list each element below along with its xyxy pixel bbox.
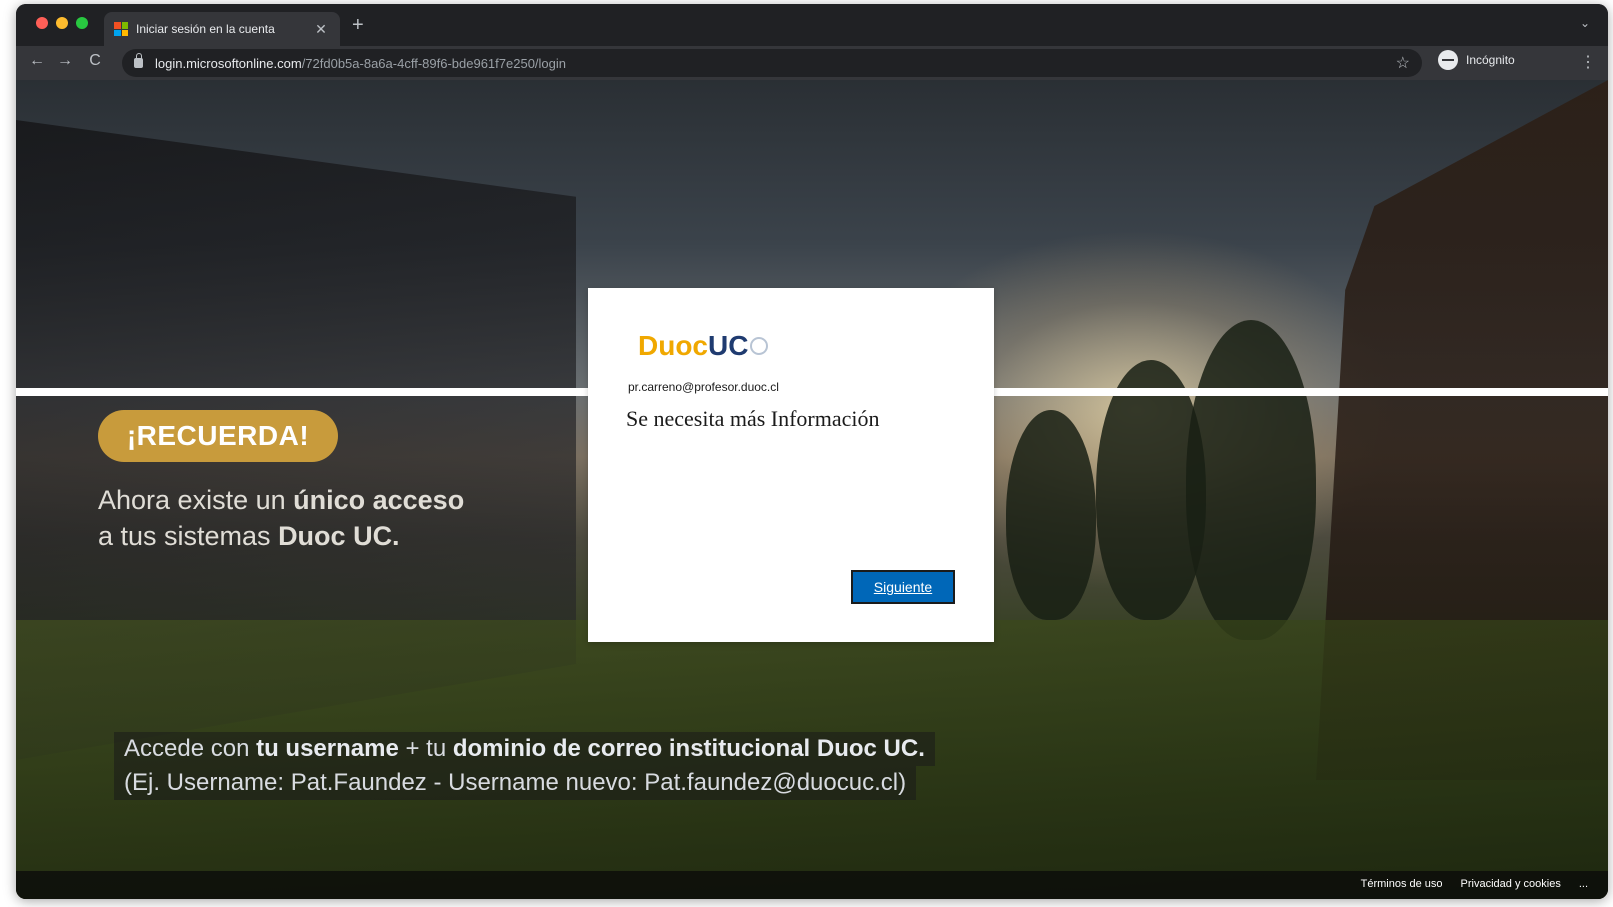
tab-active[interactable]: Iniciar sesión en la cuenta ✕ bbox=[104, 12, 340, 46]
terms-link[interactable]: Términos de uso bbox=[1361, 878, 1443, 890]
more-options-link[interactable]: ... bbox=[1579, 878, 1588, 890]
tab-strip: Iniciar sesión en la cuenta ✕ + ⌄ bbox=[16, 4, 1608, 46]
page-footer: Términos de uso Privacidad y cookies ... bbox=[16, 871, 1608, 899]
login-instructions: Accede con tu username + tu dominio de c… bbox=[114, 732, 935, 800]
lock-icon[interactable] bbox=[134, 53, 143, 68]
maximize-window-button[interactable] bbox=[76, 17, 88, 29]
background-tree bbox=[1186, 320, 1316, 640]
url-text[interactable]: login.microsoftonline.com/72fd0b5a-8a6a-… bbox=[155, 56, 566, 71]
bookmark-star-icon[interactable]: ☆ bbox=[1396, 53, 1410, 73]
browser-toolbar: ← → C login.microsoftonline.com/72fd0b5a… bbox=[16, 46, 1608, 80]
account-email: pr.carreno@profesor.duoc.cl bbox=[628, 380, 779, 394]
new-tab-button[interactable]: + bbox=[352, 14, 364, 37]
address-bar[interactable]: login.microsoftonline.com/72fd0b5a-8a6a-… bbox=[122, 49, 1422, 77]
tab-search-icon[interactable]: ⌄ bbox=[1580, 16, 1590, 30]
seal-icon bbox=[750, 337, 769, 355]
close-window-button[interactable] bbox=[36, 17, 48, 29]
page-content: ¡RECUERDA! Ahora existe un único acceso … bbox=[16, 80, 1608, 899]
card-heading: Se necesita más Información bbox=[626, 406, 880, 431]
browser-menu-icon[interactable]: ⋮ bbox=[1580, 52, 1596, 72]
incognito-icon bbox=[1438, 50, 1458, 70]
privacy-link[interactable]: Privacidad y cookies bbox=[1461, 878, 1561, 890]
next-button[interactable]: Siguiente bbox=[851, 570, 955, 604]
tagline: Ahora existe un único acceso a tus siste… bbox=[98, 485, 465, 551]
tab-title: Iniciar sesión en la cuenta bbox=[136, 22, 275, 36]
forward-button[interactable]: → bbox=[54, 52, 76, 70]
microsoft-logo-icon bbox=[114, 22, 128, 36]
recuerda-badge: ¡RECUERDA! bbox=[98, 410, 338, 462]
minimize-window-button[interactable] bbox=[56, 17, 68, 29]
browser-window: Iniciar sesión en la cuenta ✕ + ⌄ ← → C … bbox=[16, 4, 1608, 899]
background-tree bbox=[1006, 410, 1096, 620]
close-tab-icon[interactable]: ✕ bbox=[312, 21, 330, 38]
login-card: Duoc UC pr.carreno@profesor.duoc.cl Se ne… bbox=[588, 288, 994, 642]
instructions-line-2: (Ej. Username: Pat.Faundez - Username nu… bbox=[114, 766, 917, 800]
incognito-label: Incógnito bbox=[1466, 53, 1515, 67]
back-button[interactable]: ← bbox=[26, 52, 48, 70]
reload-button[interactable]: C bbox=[84, 52, 106, 70]
incognito-indicator[interactable]: Incógnito bbox=[1438, 50, 1515, 70]
duoc-uc-logo: Duoc UC bbox=[638, 330, 769, 362]
instructions-line-1: Accede con tu username + tu dominio de c… bbox=[114, 732, 935, 766]
